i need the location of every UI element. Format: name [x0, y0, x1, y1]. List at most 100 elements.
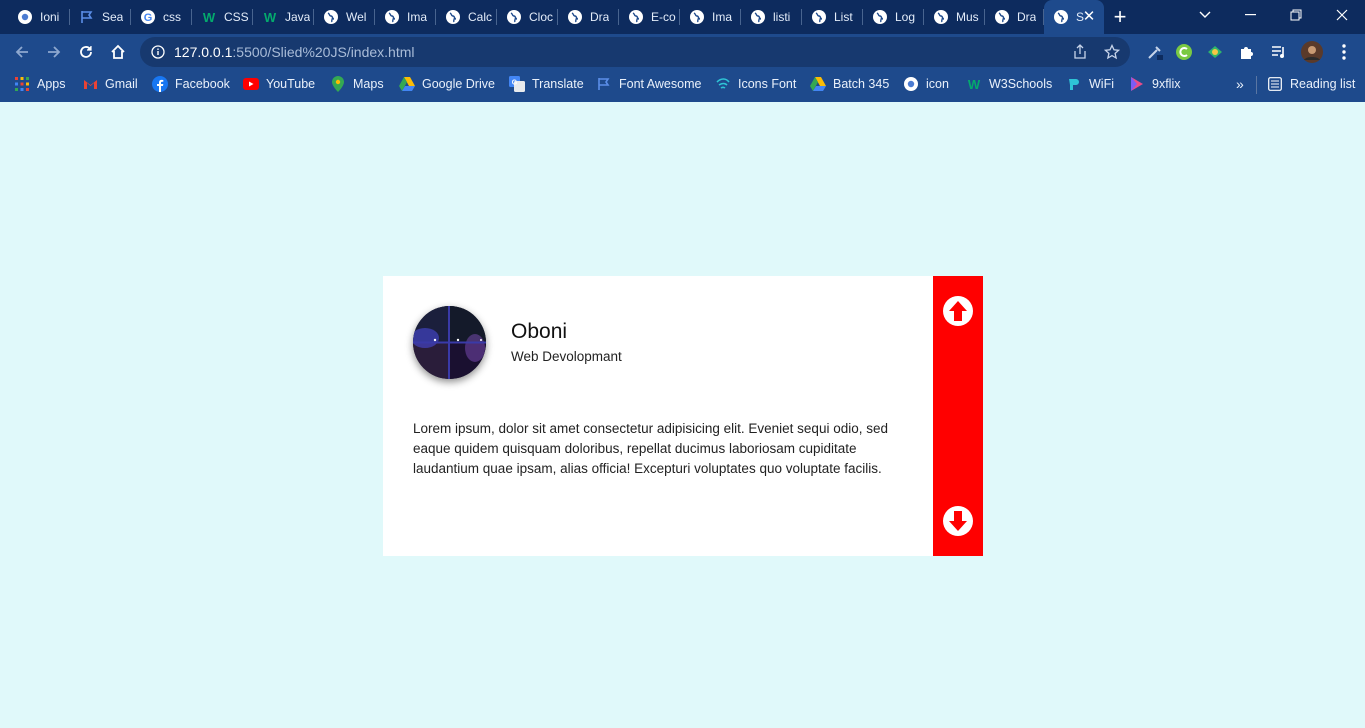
browser-menu-icon[interactable] [1332, 40, 1356, 64]
new-tab-button[interactable]: + [1108, 5, 1132, 29]
tab[interactable]: Sea [70, 0, 131, 34]
bookmark-maps[interactable]: Maps [330, 70, 384, 98]
bookmark-star-icon[interactable] [1102, 42, 1122, 62]
bookmark-label: W3Schools [989, 77, 1053, 91]
slide-up-button[interactable] [943, 296, 973, 326]
bookmark-label: Google Drive [422, 77, 495, 91]
reading-list-icon [1267, 76, 1283, 92]
tab-strip: Ioni Sea G css W CSS W Java Wel Ima Calc [0, 0, 1365, 34]
bookmark-font-awesome[interactable]: Font Awesome [596, 70, 701, 98]
tab-title: listi [773, 10, 791, 24]
tab[interactable]: Calc [436, 0, 497, 34]
maps-pin-icon [330, 76, 346, 92]
bookmark-w3schools[interactable]: W W3Schools [966, 70, 1052, 98]
bookmark-facebook[interactable]: Facebook [152, 70, 230, 98]
tab[interactable]: Log [863, 0, 924, 34]
bookmark-icon[interactable]: icon [903, 70, 949, 98]
arrow-down-icon [949, 511, 967, 531]
minimize-button[interactable] [1227, 0, 1273, 30]
tab[interactable]: listi [741, 0, 802, 34]
grammarly-extension-icon[interactable] [1172, 40, 1196, 64]
bookmark-label: icon [926, 77, 949, 91]
bookmark-wifi[interactable]: WiFi [1066, 70, 1114, 98]
bookmark-gmail[interactable]: Gmail [82, 70, 138, 98]
chrome-icon [903, 76, 919, 92]
bookmarks-bar: Apps Gmail Facebook YouTube Maps Google … [0, 70, 1365, 102]
tab[interactable]: W Java [253, 0, 314, 34]
bookmark-label: Batch 345 [833, 77, 890, 91]
google-icon: G [140, 9, 156, 25]
tab[interactable]: Wel [314, 0, 375, 34]
reload-button[interactable] [72, 38, 100, 66]
tab-title: Mus [956, 10, 979, 24]
more-bookmarks-button[interactable]: » [1236, 70, 1244, 98]
bookmark-label: Maps [353, 77, 384, 91]
tab[interactable]: Mus [924, 0, 985, 34]
reading-list-button[interactable]: Reading list [1267, 70, 1355, 98]
w3schools-icon: W [966, 76, 982, 92]
tab-search-chevron-icon[interactable] [1182, 0, 1228, 30]
globe-icon [323, 9, 339, 25]
tab[interactable]: W CSS [192, 0, 253, 34]
tab-title: Dra [590, 10, 610, 24]
url-text[interactable]: 127.0.0.1:5500/Slied%20JS/index.html [174, 37, 415, 67]
bookmark-icons-font[interactable]: Icons Font [715, 70, 796, 98]
globe-icon [994, 9, 1010, 25]
svg-text:G: G [512, 80, 518, 87]
address-bar[interactable]: 127.0.0.1:5500/Slied%20JS/index.html [140, 37, 1130, 67]
bookmark-youtube[interactable]: YouTube [243, 70, 315, 98]
wifi-icon [1066, 76, 1082, 92]
bookmark-label: 9xflix [1152, 77, 1181, 91]
avatar-image [413, 306, 486, 379]
tab[interactable]: Ioni [8, 0, 70, 34]
globe-icon [1053, 9, 1069, 25]
tab[interactable]: G css [131, 0, 192, 34]
slide-down-button[interactable] [943, 506, 973, 536]
globe-icon [384, 9, 400, 25]
tab[interactable]: Dra [985, 0, 1044, 34]
eyedropper-extension-icon[interactable] [1143, 40, 1167, 64]
tab-title: Wel [346, 10, 367, 24]
bookmark-google-drive[interactable]: Google Drive [399, 70, 495, 98]
media-queue-icon[interactable] [1267, 40, 1291, 64]
globe-icon [689, 9, 705, 25]
flag-icon [596, 76, 612, 92]
reading-list-label: Reading list [1290, 77, 1356, 91]
google-drive-icon [399, 76, 415, 92]
tab-active[interactable]: S ✕ [1044, 0, 1104, 34]
restore-button[interactable] [1273, 0, 1319, 30]
avatar [413, 306, 486, 379]
tab[interactable]: Ima [680, 0, 741, 34]
tab[interactable]: List [802, 0, 863, 34]
tab[interactable]: Cloc [497, 0, 558, 34]
close-tab-icon[interactable]: ✕ [1080, 8, 1098, 26]
extensions-puzzle-icon[interactable] [1235, 40, 1259, 64]
browser-toolbar: 127.0.0.1:5500/Slied%20JS/index.html [0, 34, 1365, 70]
bookmark-batch-345[interactable]: Batch 345 [810, 70, 889, 98]
tab-title: CSS [224, 10, 249, 24]
profile-description: Lorem ipsum, dolor sit amet consectetur … [413, 421, 888, 476]
tab-title: Java [285, 10, 311, 24]
back-button[interactable] [8, 38, 36, 66]
close-window-button[interactable] [1319, 0, 1365, 30]
tab[interactable]: E-co [619, 0, 680, 34]
google-drive-icon [810, 76, 826, 92]
tab-title: Dra [1017, 10, 1037, 24]
bookmark-apps[interactable]: Apps [14, 70, 66, 98]
profile-avatar[interactable] [1300, 40, 1324, 64]
tab-title: Sea [102, 10, 124, 24]
bookmark-translate[interactable]: G Translate [509, 70, 584, 98]
bookmark-label: Icons Font [738, 77, 797, 91]
colorful-extension-icon[interactable] [1203, 40, 1227, 64]
forward-button[interactable] [40, 38, 68, 66]
share-icon[interactable] [1070, 42, 1090, 62]
bookmark-9xflix[interactable]: 9xflix [1129, 70, 1180, 98]
globe-icon [811, 9, 827, 25]
tab[interactable]: Ima [375, 0, 436, 34]
site-info-icon[interactable] [148, 42, 168, 62]
bookmark-label: Translate [532, 77, 584, 91]
gmail-icon [82, 76, 98, 92]
home-button[interactable] [104, 38, 132, 66]
tab[interactable]: Dra [558, 0, 619, 34]
bookmark-label: Gmail [105, 77, 138, 91]
